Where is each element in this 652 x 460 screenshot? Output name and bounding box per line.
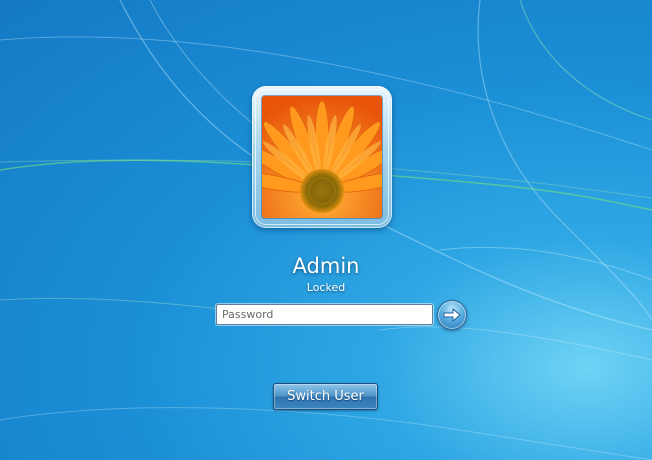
user-status: Locked [306, 281, 346, 294]
switch-user-button[interactable]: Switch User [273, 383, 378, 410]
flower-avatar-icon [262, 96, 382, 218]
password-input[interactable] [216, 304, 433, 325]
avatar [262, 96, 382, 218]
submit-arrow-button[interactable] [437, 300, 467, 330]
user-avatar-frame [252, 86, 392, 228]
arrow-right-icon [443, 308, 461, 322]
user-name: Admin [292, 254, 360, 278]
